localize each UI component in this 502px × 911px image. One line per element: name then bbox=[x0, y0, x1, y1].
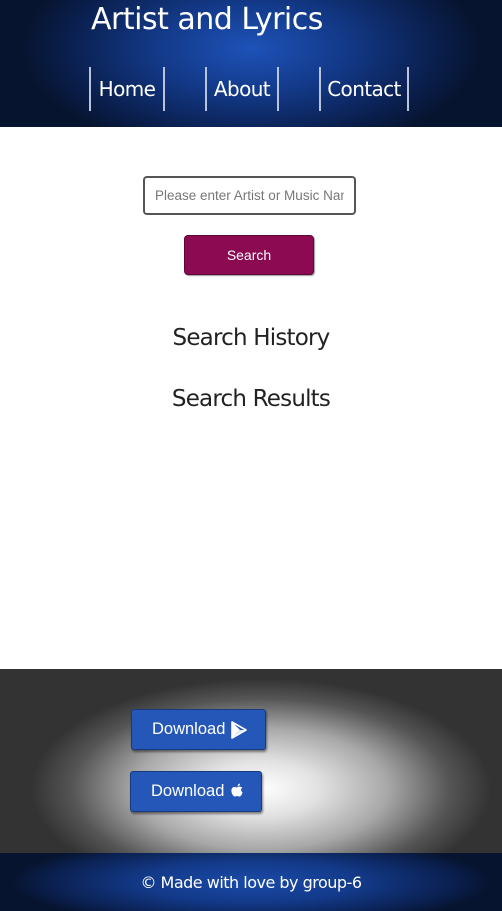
site-footer: © Made with love by group-6 bbox=[0, 853, 502, 911]
nav-about-link[interactable]: About bbox=[205, 67, 279, 111]
download-ios-button[interactable]: Download bbox=[130, 771, 262, 812]
download-android-button[interactable]: Download bbox=[131, 709, 266, 750]
site-header: Artist and Lyrics Home About Contact bbox=[0, 0, 502, 127]
download-section: Download Download bbox=[0, 669, 502, 853]
footer-credit: © Made with love by group-6 bbox=[140, 872, 362, 892]
site-title: Artist and Lyrics bbox=[91, 2, 323, 37]
search-button[interactable]: Search bbox=[184, 235, 314, 275]
download-ios-label: Download bbox=[151, 782, 225, 800]
nav-home-link[interactable]: Home bbox=[89, 67, 165, 111]
search-results-heading: Search Results bbox=[171, 386, 331, 412]
download-android-label: Download bbox=[152, 720, 226, 738]
apple-icon bbox=[230, 783, 245, 800]
search-history-heading: Search History bbox=[172, 325, 331, 351]
play-store-icon bbox=[231, 720, 248, 739]
nav-contact-link[interactable]: Contact bbox=[319, 67, 409, 111]
search-input[interactable] bbox=[143, 176, 356, 215]
